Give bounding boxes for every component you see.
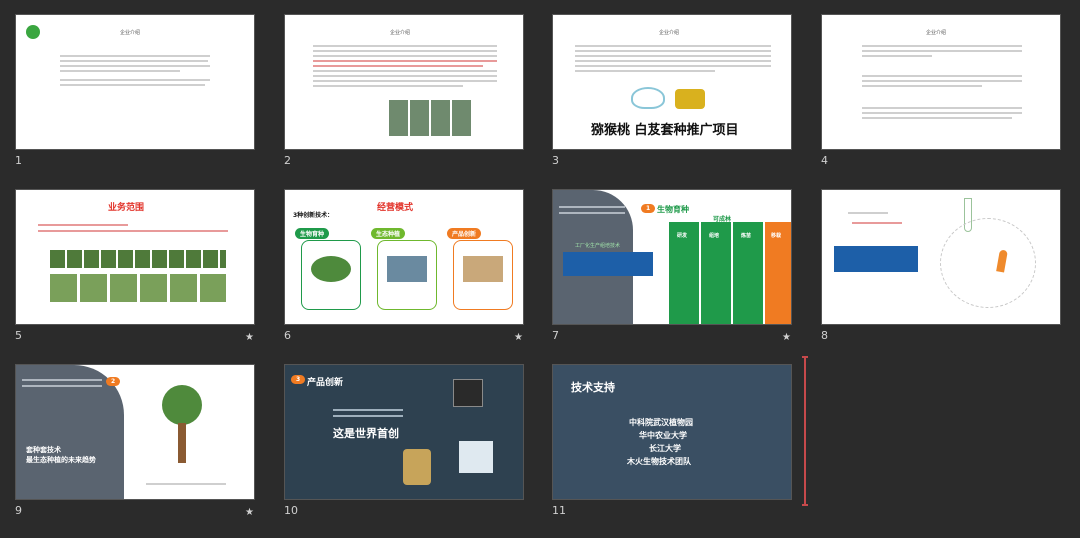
institution-line: 华中农业大学 xyxy=(639,431,687,440)
column-label: 炼苗 xyxy=(741,233,752,239)
slide-number: 8 xyxy=(821,329,828,342)
slide-thumbnail[interactable]: 企业介绍 猕猴桃 白芨套种推广项目 xyxy=(552,14,792,150)
slide-subtitle: 工厂化生产组培技术 xyxy=(575,243,621,249)
slide-title: 业务范围 xyxy=(108,203,145,213)
slide-subtitle: 3种创新技术： xyxy=(293,212,334,219)
slide-heading: 企业介绍 xyxy=(659,30,680,36)
slide-title: 生物育种 xyxy=(657,205,689,214)
tech-banner xyxy=(834,246,918,272)
project-title: 猕猴桃 白芨套种推广项目 xyxy=(591,123,739,138)
transition-star-icon: ★ xyxy=(245,507,254,518)
product-photo-strip xyxy=(50,250,226,268)
transition-star-icon: ★ xyxy=(245,332,254,343)
orchid-logo-icon xyxy=(631,87,665,109)
insertion-marker xyxy=(802,356,808,506)
label-eco-planting: 生态种植 xyxy=(371,228,406,239)
label-product-innovation: 产品创新 xyxy=(447,228,482,239)
slide-number: 6 xyxy=(284,329,291,342)
tech-banner xyxy=(563,252,653,276)
tree-roots-illustration xyxy=(178,423,186,463)
label-bio-breeding: 生物育种 xyxy=(295,228,330,239)
institution-line: 中科院武汉植物园 xyxy=(629,418,693,427)
logo-icon xyxy=(26,25,40,39)
institution-line: 长江大学 xyxy=(649,444,681,453)
column-label: 组培 xyxy=(709,233,720,239)
slide-title: 经营模式 xyxy=(377,203,414,213)
slide-number: 4 xyxy=(821,154,828,167)
slide-title: 产品创新 xyxy=(307,378,344,388)
slide-thumbnail[interactable]: 企业介绍 xyxy=(821,14,1061,150)
slide-thumbnail[interactable]: 3 产品创新 这是世界首创 xyxy=(284,364,524,500)
title-line: 最生态种植的未来趋势 xyxy=(26,456,96,464)
headline: 这是世界首创 xyxy=(333,427,399,440)
column-label: 移栽 xyxy=(771,233,782,239)
slide-heading: 企业介绍 xyxy=(120,30,141,36)
slide-thumbnail[interactable]: 企业介绍 xyxy=(15,14,255,150)
product-box-image xyxy=(453,379,483,407)
slide-heading: 企业介绍 xyxy=(926,30,947,36)
transition-star-icon: ★ xyxy=(782,332,791,343)
slide-title: 技术支持 xyxy=(571,381,615,394)
photo-grid xyxy=(389,100,471,136)
slide-number: 5 xyxy=(15,329,22,342)
product-jar-image xyxy=(403,449,431,485)
column-label: 研发 xyxy=(677,233,688,239)
slide-thumbnail[interactable]: 1 生物育种 工厂化生产组培技术 可成林 研发 组培 炼苗 移栽 xyxy=(552,189,792,325)
slide-thumbnail[interactable]: 2 套种套技术 最生态种植的未来趋势 xyxy=(15,364,255,500)
plant-photo-strip xyxy=(50,274,226,302)
slide-thumbnail[interactable]: 技术支持 中科院武汉植物园 华中农业大学 长江大学 木火生物技术团队 xyxy=(552,364,792,500)
section-badge: 2 xyxy=(106,377,121,386)
transition-star-icon: ★ xyxy=(514,332,523,343)
slide-heading: 企业介绍 xyxy=(390,30,411,36)
institution-line: 木火生物技术团队 xyxy=(627,457,691,466)
slide-number: 3 xyxy=(552,154,559,167)
slide-number: 7 xyxy=(552,329,559,342)
product-package-image xyxy=(459,441,493,473)
tree-illustration xyxy=(162,385,202,425)
growth-cycle-diagram xyxy=(940,218,1036,308)
slide-thumbnail[interactable]: 业务范围 xyxy=(15,189,255,325)
gold-logo-icon xyxy=(675,89,705,109)
slide-thumbnail[interactable]: 经营模式 3种创新技术： 生物育种 生态种植 产品创新 xyxy=(284,189,524,325)
slide-thumbnail[interactable]: 企业介绍 xyxy=(284,14,524,150)
slide-number: 9 xyxy=(15,504,22,517)
section-badge: 3 xyxy=(291,375,306,384)
slide-number: 1 xyxy=(15,154,22,167)
section-badge: 1 xyxy=(641,204,656,213)
slide-number: 10 xyxy=(284,504,298,517)
slide-thumbnail[interactable] xyxy=(821,189,1061,325)
title-line: 套种套技术 xyxy=(26,446,61,454)
slide-number: 2 xyxy=(284,154,291,167)
slide-number: 11 xyxy=(552,504,566,517)
